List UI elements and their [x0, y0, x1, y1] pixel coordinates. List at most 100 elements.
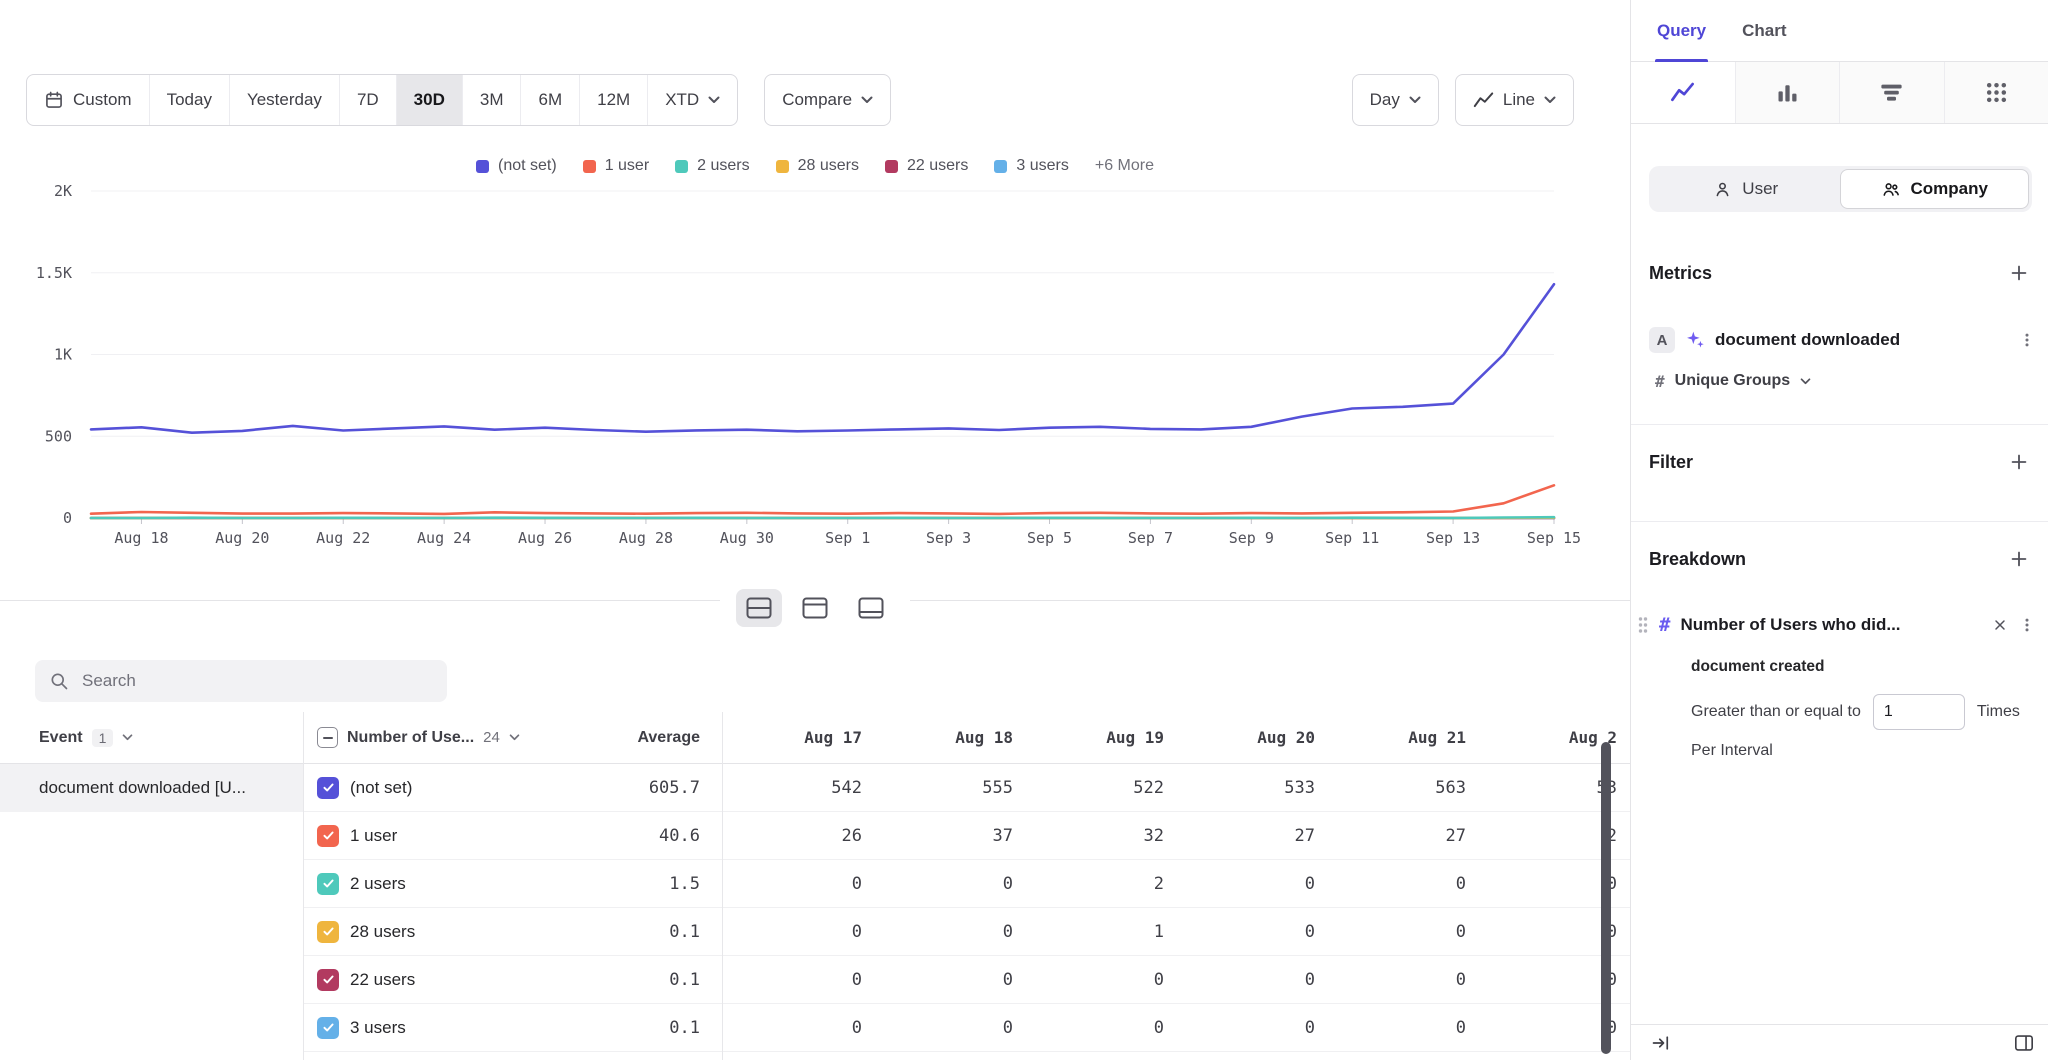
svg-text:Sep 3: Sep 3 — [926, 529, 971, 547]
check-icon — [322, 973, 335, 986]
chart-type-button[interactable]: Line — [1455, 74, 1574, 126]
row-checkbox[interactable] — [317, 969, 339, 991]
date-range-group: Custom Today Yesterday7D30D3M6M 12M XTD — [26, 74, 738, 126]
chart-type-more-tab[interactable] — [1944, 62, 2048, 123]
range-option-7d[interactable]: 7D — [339, 75, 396, 125]
chart-type-bar-tab[interactable] — [1735, 62, 1840, 123]
range-option-30d[interactable]: 30D — [396, 75, 462, 125]
select-all-checkbox[interactable] — [317, 727, 338, 748]
row-checkbox[interactable] — [317, 921, 339, 943]
event-list: document downloaded [U... — [0, 764, 303, 1052]
range-option-yesterday[interactable]: Yesterday — [229, 75, 339, 125]
range-option-12m[interactable]: 12M — [579, 75, 647, 125]
check-icon — [322, 829, 335, 842]
chart-canvas[interactable]: 05001K1.5K2KAug 18Aug 20Aug 22Aug 24Aug … — [0, 140, 1630, 560]
results-table: Event 1 Number of Use... 24 Average Aug … — [0, 712, 1630, 1060]
row-checkbox[interactable] — [317, 777, 339, 799]
layout-split-button[interactable] — [736, 589, 782, 627]
svg-text:Sep 11: Sep 11 — [1325, 529, 1379, 547]
range-option-3m[interactable]: 3M — [462, 75, 521, 125]
vertical-scrollbar[interactable] — [1601, 742, 1611, 1054]
remove-breakdown-button[interactable] — [1992, 617, 2008, 633]
layout-table-button[interactable] — [848, 589, 894, 627]
cell-value: 0 — [722, 922, 873, 942]
collapse-panel-icon[interactable] — [1651, 1033, 1671, 1053]
table-row[interactable]: (not set)605.754255552253356353 — [303, 764, 1630, 812]
breakdown-property-name[interactable]: Number of Users who did... — [1680, 615, 1982, 635]
cell-value: 522 — [1024, 778, 1175, 798]
breakdown-options-button[interactable] — [2018, 616, 2036, 634]
column-header-date[interactable]: Aug 20 — [1175, 728, 1326, 747]
layout-chart-button[interactable] — [792, 589, 838, 627]
row-checkbox[interactable] — [317, 825, 339, 847]
table-row[interactable]: 2 users1.5002000 — [303, 860, 1630, 908]
tab-chart[interactable]: Chart — [1742, 0, 1786, 61]
range-option-today[interactable]: Today — [149, 75, 229, 125]
funnel-chart-icon — [1878, 79, 1905, 106]
range-label: Today — [167, 90, 212, 110]
event-list-item[interactable]: document downloaded [U... — [0, 764, 303, 812]
row-label: 22 users — [350, 970, 415, 990]
chart-type-label: Line — [1503, 90, 1535, 110]
event-header-label: Event — [39, 729, 83, 747]
cell-value: 563 — [1326, 778, 1477, 798]
main-area: Custom Today Yesterday7D30D3M6M 12M XTD Com… — [0, 0, 1630, 1060]
add-breakdown-button[interactable] — [2008, 548, 2030, 570]
chart-type-line-tab[interactable] — [1631, 62, 1735, 123]
series-rows: (not set)605.7542555522533563531 user40.… — [303, 764, 1630, 1052]
condition-label[interactable]: Greater than or equal to — [1691, 703, 1861, 721]
svg-text:Sep 1: Sep 1 — [825, 529, 870, 547]
table-row[interactable]: 22 users0.1000000 — [303, 956, 1630, 1004]
svg-text:Sep 13: Sep 13 — [1426, 529, 1480, 547]
check-icon — [322, 925, 335, 938]
table-row[interactable]: 28 users0.1001000 — [303, 908, 1630, 956]
metric-event-name[interactable]: document downloaded — [1715, 330, 2008, 350]
metric-options-button[interactable] — [2018, 331, 2036, 349]
table-row[interactable]: 1 user40.626373227272 — [303, 812, 1630, 860]
compare-label: Compare — [782, 90, 852, 110]
row-label: (not set) — [350, 778, 412, 798]
aggregation-select[interactable]: Unique Groups — [1675, 372, 1791, 390]
row-checkbox[interactable] — [317, 1017, 339, 1039]
add-metric-button[interactable] — [2008, 262, 2030, 284]
svg-text:2K: 2K — [54, 182, 72, 200]
kebab-icon — [2018, 616, 2036, 634]
series-count: 24 — [483, 729, 500, 746]
layout-panel-icon[interactable] — [2014, 1034, 2034, 1052]
range-option-xtd[interactable]: XTD — [647, 75, 737, 125]
compare-button[interactable]: Compare — [764, 74, 891, 126]
times-input[interactable] — [1873, 694, 1965, 730]
column-header-date[interactable]: Aug 21 — [1326, 728, 1477, 747]
drag-handle-icon[interactable] — [1637, 615, 1649, 635]
breakdown-event-name[interactable]: document created — [1691, 658, 2036, 680]
entity-option-user[interactable]: User — [1652, 169, 1840, 209]
range-option-6m[interactable]: 6M — [520, 75, 579, 125]
column-header-event[interactable]: Event 1 — [0, 729, 303, 747]
entity-option-company[interactable]: Company — [1840, 169, 2030, 209]
column-header-date[interactable]: Aug 19 — [1024, 728, 1175, 747]
chevron-down-icon — [1544, 96, 1556, 104]
column-header-date[interactable]: Aug 18 — [873, 728, 1024, 747]
column-header-date[interactable]: Aug 17 — [722, 728, 873, 747]
metric-item[interactable]: A document downloaded — [1649, 326, 2036, 354]
table-search[interactable] — [35, 660, 447, 702]
table-row[interactable]: 3 users0.1000000 — [303, 1004, 1630, 1052]
add-filter-button[interactable] — [2008, 451, 2030, 473]
custom-date-button[interactable]: Custom — [27, 75, 149, 125]
per-interval-label[interactable]: Per Interval — [1691, 742, 2036, 764]
cell-value: 0 — [722, 874, 873, 894]
column-header-average[interactable]: Average — [563, 729, 722, 747]
column-header-series[interactable]: Number of Use... 24 — [303, 727, 563, 748]
analytics-app: Custom Today Yesterday7D30D3M6M 12M XTD Com… — [0, 0, 2048, 1060]
search-icon — [49, 671, 69, 691]
granularity-button[interactable]: Day — [1352, 74, 1439, 126]
row-checkbox[interactable] — [317, 873, 339, 895]
tab-query[interactable]: Query — [1657, 0, 1706, 61]
chart-type-funnel-tab[interactable] — [1839, 62, 1944, 123]
cell-average: 0.1 — [563, 970, 722, 990]
cell-average: 605.7 — [563, 778, 722, 798]
cell-value: 0 — [1175, 874, 1326, 894]
svg-text:Aug 30: Aug 30 — [720, 529, 774, 547]
search-input[interactable] — [80, 670, 433, 692]
range-label: 12M — [597, 90, 630, 110]
